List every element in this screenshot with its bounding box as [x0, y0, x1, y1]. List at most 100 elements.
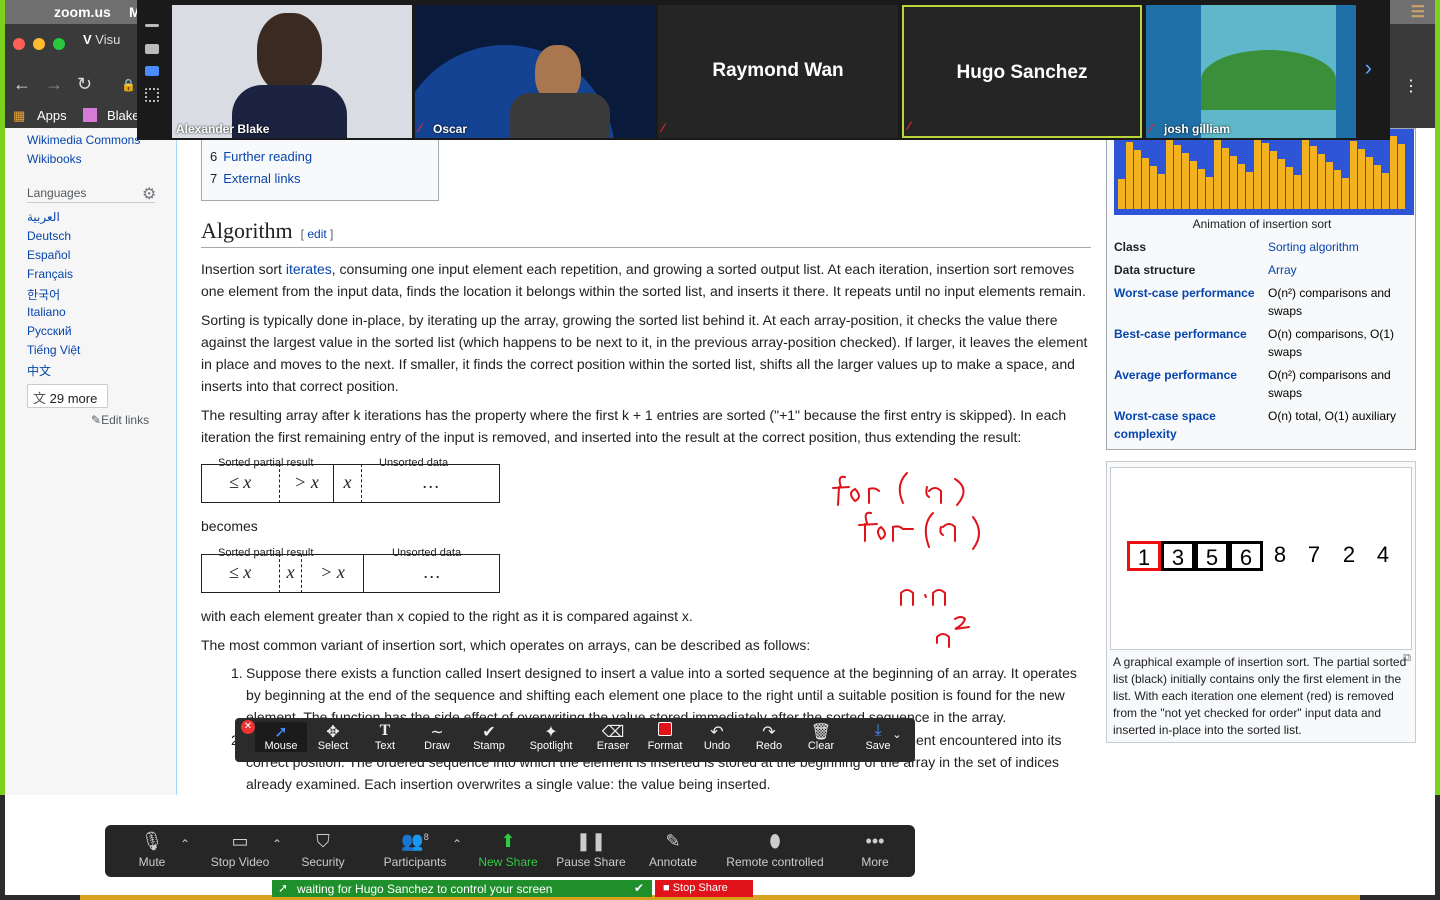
share-status-bar: ➚ waiting for Hugo Sanchez to control yo…: [272, 880, 652, 897]
remote-controlled-button[interactable]: ⬮ Remote controlled: [717, 831, 833, 869]
spotlight-tool[interactable]: ✦ Spotlight: [525, 722, 577, 752]
menu-list-icon[interactable]: ☰: [1411, 2, 1425, 22]
lang-link[interactable]: 中文: [27, 362, 51, 379]
reload-icon[interactable]: ↻: [77, 74, 92, 95]
app-menu[interactable]: zoom.us: [54, 4, 111, 20]
close-window-button[interactable]: [13, 38, 25, 50]
lang-link[interactable]: Deutsch: [27, 229, 71, 243]
participants-button[interactable]: 👥8 Participants: [377, 831, 453, 869]
mouse-tool[interactable]: ➚ Mouse: [255, 722, 307, 752]
select-tool[interactable]: ✥ Select: [307, 722, 359, 752]
sidebar-link-wikibooks[interactable]: Wikibooks: [27, 152, 82, 166]
annotate-button[interactable]: ✎ Annotate: [641, 831, 705, 869]
zoom-window-button[interactable]: [53, 38, 65, 50]
list-item-text: Suppose there exists a function called I…: [246, 665, 1077, 725]
participants-options-chevron-icon[interactable]: ⌃: [447, 837, 467, 851]
animation-bar: [1174, 145, 1181, 209]
video-tile[interactable]: Alexander Blake: [172, 5, 412, 138]
gear-icon[interactable]: ⚙: [142, 184, 156, 204]
lang-link[interactable]: 한국어: [27, 286, 60, 303]
edit-section-link[interactable]: edit: [307, 227, 326, 241]
tool-label: Draw: [424, 740, 450, 752]
edit-links[interactable]: ✎Edit links: [91, 413, 149, 427]
save-options-chevron-icon[interactable]: ⌄: [887, 728, 907, 741]
format-tool[interactable]: Format: [639, 722, 691, 752]
redo-icon: ↷: [762, 724, 776, 741]
mic-icon: 🎙: [140, 831, 164, 851]
strip-view-icon[interactable]: [145, 44, 159, 54]
row-key-link[interactable]: Worst-case performance: [1114, 286, 1255, 300]
draw-tool[interactable]: ∼ Draw: [411, 722, 463, 752]
iterates-link[interactable]: iterates: [286, 261, 332, 277]
insertion-sort-example-image[interactable]: 1 3 5 6 8 7 2 4: [1110, 467, 1412, 650]
video-tile[interactable]: Raymond Wan ⁄: [658, 5, 898, 138]
tool-label: Mouse: [264, 740, 298, 752]
chevron-right-icon[interactable]: ›: [1365, 55, 1372, 81]
gallery-view-icon[interactable]: [145, 88, 159, 102]
stop-video-button[interactable]: ▭ Stop Video: [203, 831, 277, 869]
participant-name: Oscar: [433, 122, 468, 136]
browser-menu-icon[interactable]: ⋮: [1403, 76, 1419, 96]
speaker-view-icon[interactable]: [145, 66, 159, 76]
lang-link[interactable]: Français: [27, 267, 73, 281]
stamp-tool[interactable]: ✔ Stamp: [463, 722, 515, 752]
security-button[interactable]: ⛉ Security: [295, 831, 351, 869]
browser-tab[interactable]: V Visu: [83, 32, 120, 47]
bookmark-blake[interactable]: Blake: [107, 108, 140, 123]
audio-options-chevron-icon[interactable]: ⌃: [175, 837, 195, 851]
section-heading: Algorithm[ edit ]: [201, 220, 1091, 248]
video-tile-active-speaker[interactable]: Hugo Sanchez ⁄: [902, 5, 1142, 138]
tool-label: Spotlight: [529, 740, 573, 752]
row-key-link[interactable]: Best-case performance: [1114, 327, 1247, 341]
toc-item[interactable]: 7 External links: [210, 168, 301, 190]
infobox-row: Best-case performance: [1114, 325, 1247, 343]
bookmark-apps[interactable]: Apps: [37, 108, 67, 123]
sidebar-link-commons[interactable]: Wikimedia Commons: [27, 133, 140, 147]
clear-tool[interactable]: 🗑 Clear: [795, 722, 847, 752]
button-label: Participants: [383, 855, 447, 869]
more-languages-button[interactable]: 文 29 more: [27, 384, 108, 408]
infobox: Animation of insertion sort Class Sortin…: [1106, 128, 1416, 450]
forward-icon[interactable]: →: [45, 74, 63, 95]
lang-link[interactable]: Español: [27, 248, 70, 262]
lang-link[interactable]: Italiano: [27, 305, 66, 319]
animation-bar: [1246, 172, 1253, 209]
translate-icon: 文: [33, 391, 47, 406]
toc-num: 7: [210, 171, 218, 186]
tool-label: Redo: [755, 740, 783, 752]
video-tile[interactable]: Oscar ⁄: [415, 5, 655, 138]
close-annotation-icon[interactable]: ✕: [241, 720, 255, 734]
mute-button[interactable]: 🎙 Mute: [125, 831, 179, 869]
animation-bar: [1190, 161, 1197, 209]
undo-icon: ↶: [710, 724, 724, 741]
row-value-link[interactable]: Sorting algorithm: [1268, 238, 1413, 256]
row-key-link[interactable]: Worst-case space complexity: [1114, 409, 1216, 441]
row-key-link[interactable]: Average performance: [1114, 368, 1237, 382]
animation-bar: [1326, 162, 1333, 209]
lang-link[interactable]: Tiếng Việt: [27, 343, 80, 357]
row-value: O(n²) comparisons and swaps: [1268, 286, 1391, 318]
stop-share-button[interactable]: ■ Stop Share: [655, 880, 753, 897]
more-button[interactable]: ••• More: [851, 831, 899, 869]
animation-bar: [1374, 165, 1381, 209]
lock-icon: 🔒: [121, 78, 136, 92]
redo-tool[interactable]: ↷ Redo: [743, 722, 795, 752]
eraser-tool[interactable]: ⌫ Eraser: [587, 722, 639, 752]
row-value-link[interactable]: Array: [1268, 261, 1413, 279]
lang-link[interactable]: Русский: [27, 324, 72, 338]
back-icon[interactable]: ←: [13, 74, 31, 95]
tab-title: Visu: [95, 32, 121, 47]
tool-label: Stamp: [473, 740, 505, 752]
minimize-icon[interactable]: [145, 24, 159, 27]
text-tool[interactable]: T Text: [359, 722, 411, 752]
undo-tool[interactable]: ↶ Undo: [691, 722, 743, 752]
pause-share-button[interactable]: ❚❚ Pause Share: [553, 831, 629, 869]
lang-link[interactable]: العربية: [27, 210, 60, 224]
share-status-text: waiting for Hugo Sanchez to control your…: [297, 882, 553, 896]
new-share-button[interactable]: ⬆ New Share: [473, 831, 543, 869]
minimize-window-button[interactable]: [33, 38, 45, 50]
toc-item[interactable]: 6 Further reading: [210, 146, 312, 168]
video-tile[interactable]: josh gilliam ⁄: [1146, 5, 1356, 138]
animation-bar: [1294, 175, 1301, 209]
video-options-chevron-icon[interactable]: ⌃: [267, 837, 287, 851]
